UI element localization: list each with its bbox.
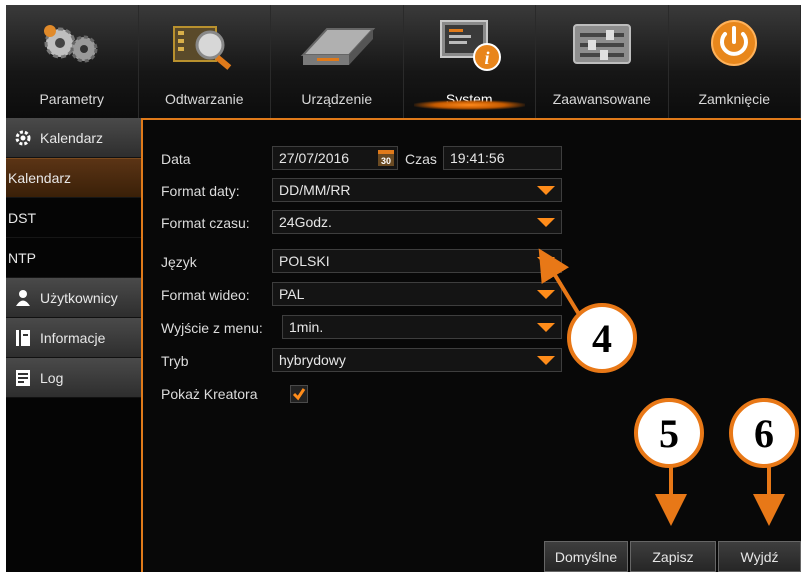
- callout-5: 5: [634, 398, 704, 468]
- callout-6: 6: [729, 398, 799, 468]
- callout-4: 4: [567, 303, 637, 373]
- callout-4-arrow: [538, 248, 582, 318]
- annotation-arrows: [538, 248, 785, 526]
